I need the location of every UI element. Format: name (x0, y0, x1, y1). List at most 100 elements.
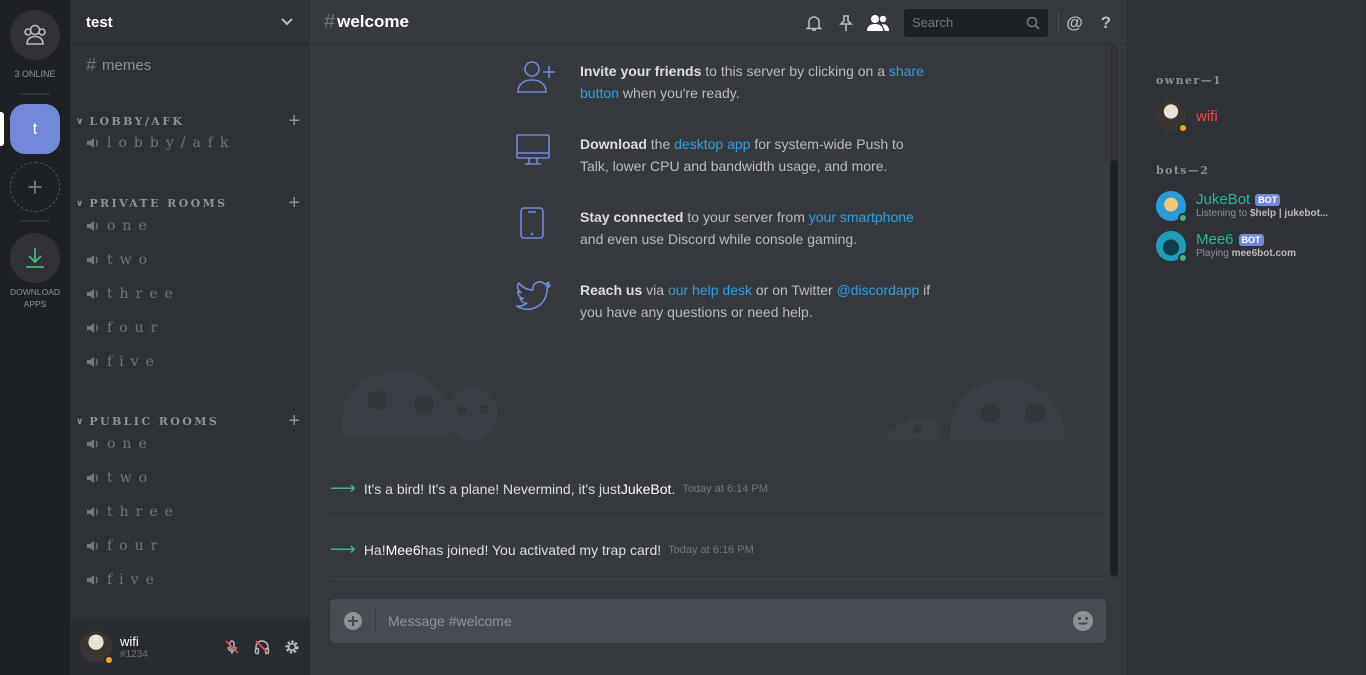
channel-sidebar: test # memes ∨ LOBBY/AFK + lobby/afk ∨ PRI… (70, 0, 310, 675)
voice-channel[interactable]: four (86, 538, 164, 554)
member-name: wifi (1196, 107, 1218, 125)
create-channel-icon[interactable]: + (288, 110, 300, 133)
member-name-row: JukeBot BOT (1196, 191, 1281, 208)
upload-button[interactable] (330, 608, 376, 634)
help-button[interactable]: ? (1090, 13, 1122, 33)
category-name: LOBBY/AFK (89, 115, 185, 128)
help-desk-link[interactable]: our help desk (668, 282, 752, 298)
member-name-row: Mee6 BOT (1196, 231, 1264, 248)
member-mee6[interactable]: Mee6 BOT Playing mee6bot.com (1156, 231, 1356, 263)
idle-status-icon (104, 655, 114, 665)
voice-channel[interactable]: five (86, 572, 161, 588)
category-public-rooms[interactable]: ∨ PUBLIC ROOMS + (76, 410, 300, 433)
desktop-icon (516, 134, 550, 165)
timestamp: Today at 6:14 PM (682, 482, 768, 495)
voice-channel-name: two (107, 470, 155, 486)
member-list-toggle[interactable] (862, 14, 894, 32)
question-icon: ? (1100, 12, 1112, 32)
user-meta: wifi #1234 (120, 634, 224, 660)
avatar[interactable] (80, 631, 114, 665)
at-icon: @ (1066, 12, 1083, 32)
guild-name: test (86, 13, 113, 31)
members-icon (867, 14, 889, 31)
channel-name: memes (102, 57, 152, 74)
gear-icon[interactable] (284, 639, 300, 655)
tip-mobile: Stay connected to your server from your … (515, 206, 935, 250)
smartphone-link[interactable]: your smartphone (809, 209, 914, 225)
user-controls (224, 639, 300, 655)
mute-microphone-icon[interactable] (224, 639, 240, 655)
voice-channel[interactable]: five (86, 354, 161, 370)
server-icon-test[interactable]: t (10, 104, 60, 154)
tip-reach-us: Reach us via our help desk or on Twitter… (515, 279, 935, 323)
speaker-icon (86, 220, 100, 232)
caret-icon: ∨ (76, 198, 84, 209)
message-composer[interactable]: Message #welcome (330, 599, 1106, 643)
speaker-icon (86, 472, 100, 484)
chat-area: # welcome Search @ ? Invite your friends… (310, 0, 1126, 675)
voice-channel[interactable]: two (86, 252, 154, 268)
speaker-icon (86, 540, 100, 552)
mentions-button[interactable]: @ (1058, 12, 1090, 33)
voice-channel[interactable]: three (86, 504, 180, 520)
search-input[interactable]: Search (904, 8, 1048, 37)
bot-badge: BOT (1255, 193, 1281, 206)
create-channel-icon[interactable]: + (288, 192, 300, 215)
member-wifi[interactable]: wifi (1156, 101, 1356, 133)
bell-icon (805, 15, 823, 31)
twitter-handle-link[interactable]: @discordapp (837, 282, 920, 298)
scrollbar-thumb[interactable] (1110, 160, 1118, 576)
voice-channel-name: three (107, 286, 180, 302)
desktop-app-link[interactable]: desktop app (674, 136, 750, 152)
avatar (1156, 101, 1188, 133)
channel-memes[interactable]: # memes (86, 55, 151, 76)
voice-channel[interactable]: one (86, 436, 154, 452)
download-apps-button[interactable] (10, 233, 60, 283)
speaker-icon (86, 438, 100, 450)
speaker-icon (86, 322, 100, 334)
online-status-icon (1178, 213, 1188, 223)
plus-circle-icon (343, 612, 362, 630)
voice-channel[interactable]: two (86, 470, 154, 486)
header-toolbar: Search @ ? (798, 0, 1126, 45)
voice-channel-name: one (107, 218, 154, 234)
member-list: owner—1 wifi bots—2 JukeBot BOT Listenin… (1126, 0, 1366, 675)
user-panel: wifi #1234 (70, 619, 310, 675)
member-jukebot[interactable]: JukeBot BOT Listening to $help | jukebot… (1156, 191, 1356, 223)
member-name: Mee6 (1196, 231, 1234, 248)
hash-icon: # (86, 55, 97, 75)
voice-channel[interactable]: four (86, 320, 164, 336)
add-server-button[interactable]: + (10, 162, 60, 212)
guild-header[interactable]: test (70, 0, 310, 45)
deafen-headphones-icon[interactable] (254, 639, 270, 655)
notification-bell-button[interactable] (798, 14, 830, 32)
voice-channel-name: four (107, 320, 165, 336)
username-link[interactable]: Mee6 (386, 542, 421, 558)
speaker-icon (86, 356, 100, 368)
voice-channel-name: three (107, 504, 180, 520)
voice-channel[interactable]: three (86, 286, 180, 302)
category-lobby-afk[interactable]: ∨ LOBBY/AFK + (76, 110, 300, 133)
friends-home-button[interactable] (10, 10, 60, 60)
avatar (1156, 191, 1188, 223)
pinned-messages-button[interactable] (830, 14, 862, 32)
message-input[interactable]: Message #welcome (388, 613, 1060, 629)
voice-channel-name: five (107, 572, 161, 588)
rail-divider (20, 93, 50, 95)
rail-divider (20, 220, 50, 222)
timestamp: Today at 6:16 PM (668, 543, 754, 556)
category-private-rooms[interactable]: ∨ PRIVATE ROOMS + (76, 192, 300, 215)
voice-channel[interactable]: lobby/afk (86, 135, 235, 151)
create-channel-icon[interactable]: + (288, 410, 300, 433)
wumpus-watermark-left (341, 372, 498, 441)
voice-channel[interactable]: one (86, 218, 154, 234)
online-count: 3 ONLINE (14, 69, 56, 79)
chevron-down-icon (281, 18, 293, 26)
speaker-icon (86, 574, 100, 586)
username-link[interactable]: JukeBot (621, 481, 672, 497)
caret-icon: ∨ (76, 116, 84, 127)
bot-badge: BOT (1238, 233, 1264, 246)
system-message: ⟶ It's a bird! It's a plane! Nevermind, … (330, 478, 768, 498)
server-rail: 3 ONLINE t + DOWNLOAD APPS (0, 0, 70, 675)
emoji-button[interactable] (1060, 610, 1106, 632)
